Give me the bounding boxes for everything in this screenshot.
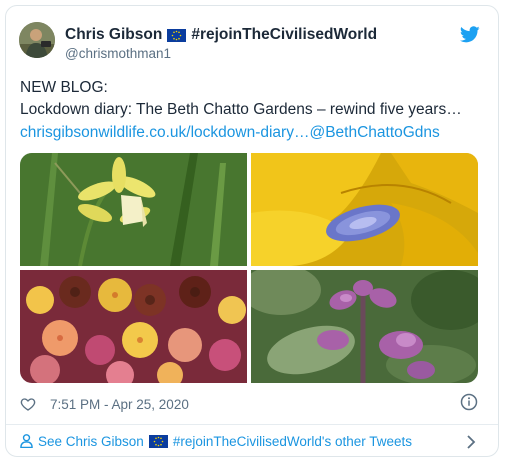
- tweet-meta: 7:51 PM - Apr 25, 2020: [20, 394, 189, 414]
- mention-link[interactable]: @BethChattoGdns: [309, 124, 439, 141]
- tweet-text-line-2: Lockdown diary: The Beth Chatto Gardens …: [20, 101, 462, 118]
- chevron-right-icon[interactable]: [466, 435, 476, 449]
- tweet-card[interactable]: Chris Gibson #rejoinTheCivilisedWorld @c…: [5, 5, 499, 457]
- footer-suffix[interactable]: #rejoinTheCivilisedWorld's other Tweets: [173, 434, 412, 449]
- footer-prefix[interactable]: See Chris Gibson: [38, 434, 144, 449]
- user-handle[interactable]: @chrismothman1: [65, 46, 171, 61]
- display-name-first[interactable]: Chris Gibson: [65, 26, 162, 44]
- photo-iris[interactable]: [251, 153, 478, 266]
- photo-lamium[interactable]: [251, 270, 478, 383]
- photo-grid[interactable]: [20, 153, 478, 383]
- photo-daffodil[interactable]: [20, 153, 247, 266]
- heart-icon[interactable]: [20, 396, 36, 412]
- divider: [6, 424, 498, 425]
- eu-flag-icon: [148, 434, 168, 448]
- avatar[interactable]: [19, 22, 55, 58]
- display-name-hashtag[interactable]: #rejoinTheCivilisedWorld: [191, 26, 377, 44]
- blog-link[interactable]: chrisgibsonwildlife.co.uk/lockdown-diary…: [20, 124, 309, 141]
- eu-flag-icon: [167, 28, 187, 42]
- tweet-text-line-1: NEW BLOG:: [20, 79, 108, 96]
- twitter-bird-icon[interactable]: [460, 26, 480, 43]
- wallflower-image: [20, 270, 247, 383]
- info-icon[interactable]: [460, 393, 478, 411]
- display-name[interactable]: Chris Gibson #rejoinTheCivilisedWorld: [65, 26, 377, 44]
- timestamp[interactable]: 7:51 PM - Apr 25, 2020: [50, 397, 189, 412]
- tweet-links: chrisgibsonwildlife.co.uk/lockdown-diary…: [20, 124, 440, 142]
- iris-image: [251, 153, 478, 266]
- see-other-tweets-link[interactable]: See Chris Gibson #rejoinTheCivilisedWorl…: [20, 431, 412, 451]
- photo-wallflowers[interactable]: [20, 270, 247, 383]
- daffodil-image: [20, 153, 247, 266]
- lamium-image: [251, 270, 478, 383]
- person-icon: [20, 434, 33, 448]
- avatar-photo: [19, 22, 55, 58]
